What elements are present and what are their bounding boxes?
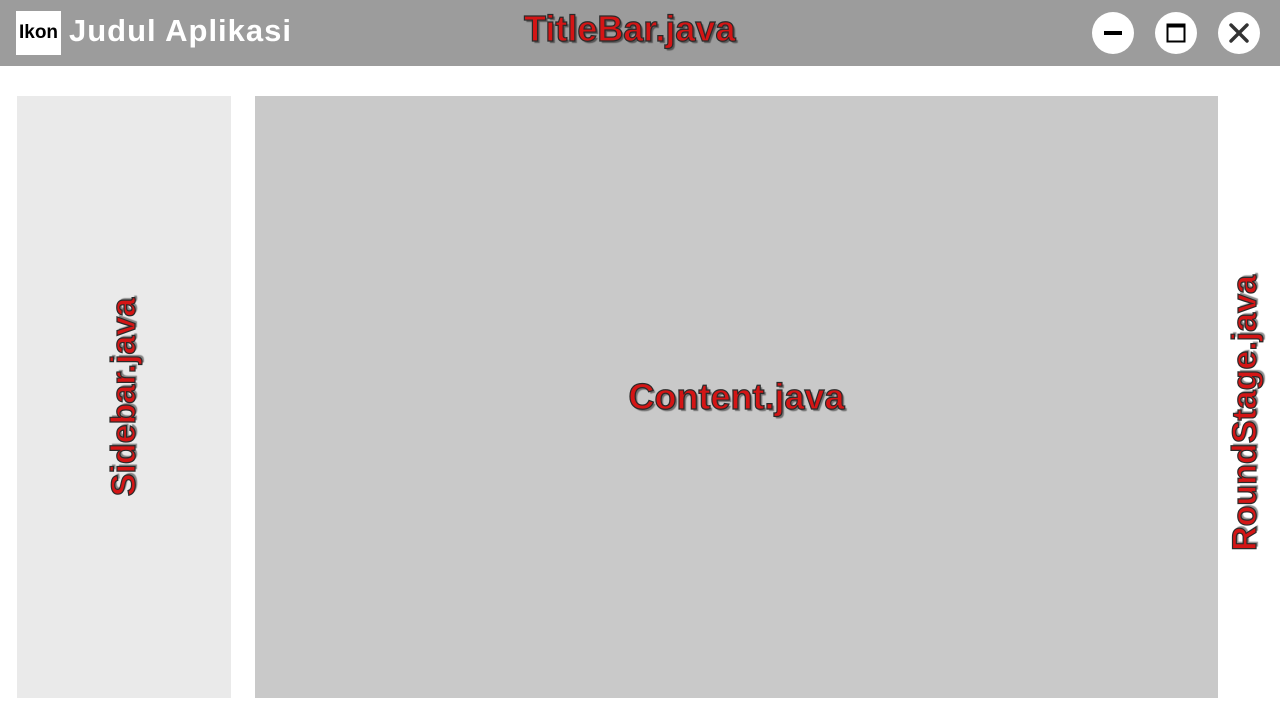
app-title: Judul Aplikasi: [69, 13, 293, 48]
content-area: Content.java: [255, 96, 1218, 698]
round-stage: Ikon Judul Aplikasi TitleBar.java Sideba…: [0, 0, 1280, 720]
titlebar-component-label: TitleBar.java: [523, 7, 736, 49]
content-component-label: Content.java: [628, 375, 845, 417]
maximize-icon: [1166, 23, 1186, 43]
app-icon: Ikon: [16, 11, 61, 55]
sidebar: Sidebar.java: [17, 96, 231, 698]
title-bar[interactable]: Ikon Judul Aplikasi TitleBar.java: [0, 0, 1280, 66]
stage-component-label: RoundStage.java: [1225, 274, 1264, 551]
sidebar-component-label: Sidebar.java: [104, 297, 143, 497]
maximize-button[interactable]: [1155, 12, 1197, 54]
close-button[interactable]: [1218, 12, 1260, 54]
minimize-icon: [1104, 31, 1122, 35]
close-icon: [1229, 23, 1249, 43]
minimize-button[interactable]: [1092, 12, 1134, 54]
